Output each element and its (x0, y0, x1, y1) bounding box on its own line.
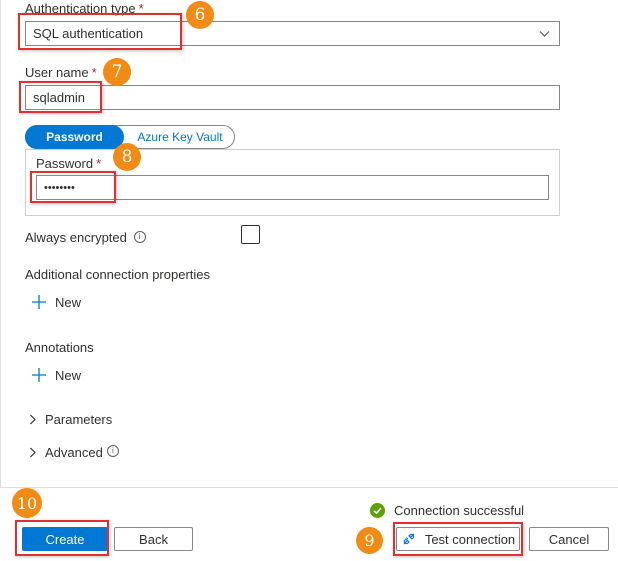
user-name-input[interactable]: sqladmin (25, 85, 560, 110)
step-badge-9: 9 (356, 527, 383, 554)
highlight-user-name (19, 81, 102, 113)
toggle-option-key-vault[interactable]: Azure Key Vault (124, 125, 236, 149)
highlight-test-connection (393, 522, 523, 556)
highlight-password (30, 171, 116, 203)
connection-status: Connection successful (370, 503, 524, 518)
user-name-label: User name * (25, 65, 97, 80)
success-check-icon (370, 503, 385, 518)
add-annotation-button[interactable]: New (31, 367, 81, 383)
cancel-button[interactable]: Cancel (529, 527, 609, 551)
step-badge-6: 6 (186, 1, 214, 29)
footer-divider (0, 487, 618, 488)
password-label: Password * (36, 156, 102, 171)
plus-icon (32, 295, 46, 309)
info-icon[interactable]: i (106, 444, 119, 457)
info-icon[interactable]: i (133, 231, 146, 243)
always-encrypted-label: Always encrypted i (25, 230, 146, 245)
annotations-heading: Annotations (25, 340, 94, 355)
chevron-right-icon (30, 414, 36, 425)
highlight-auth-type (18, 13, 182, 50)
plus-icon (32, 368, 46, 382)
chevron-down-icon (539, 31, 550, 37)
back-button[interactable]: Back (114, 527, 193, 551)
additional-props-heading: Additional connection properties (25, 267, 211, 282)
chevron-right-icon (30, 447, 36, 458)
panel-left-edge (0, 0, 1, 487)
highlight-create (15, 520, 109, 556)
step-badge-8: 8 (113, 143, 141, 171)
step-badge-10: 10 (12, 488, 42, 518)
add-connection-property-button[interactable]: New (31, 294, 81, 310)
always-encrypted-checkbox[interactable] (241, 225, 260, 244)
parameters-section-toggle[interactable]: Parameters (29, 412, 112, 427)
step-badge-7: 7 (103, 58, 131, 86)
advanced-section-toggle[interactable]: Advanced i (29, 444, 119, 460)
toggle-option-password[interactable]: Password (25, 125, 124, 149)
